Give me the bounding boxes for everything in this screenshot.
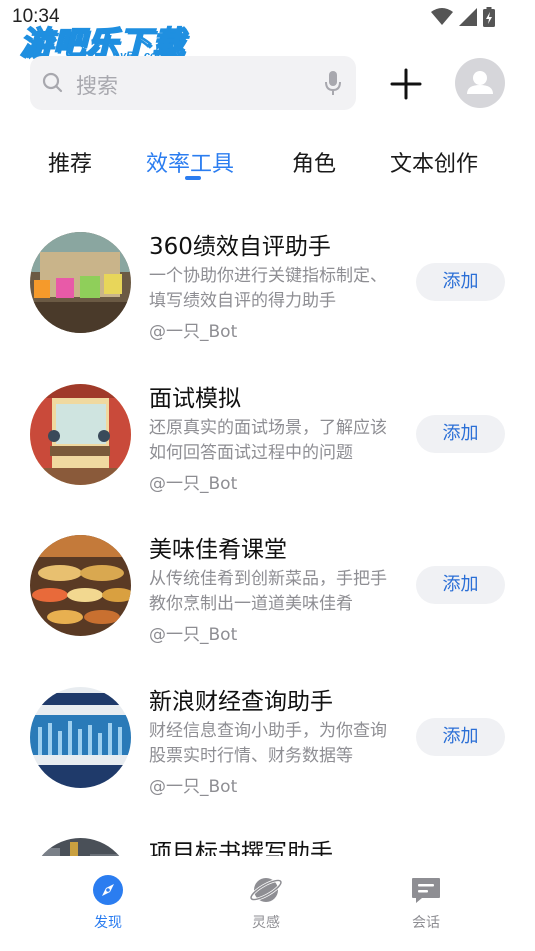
list-item[interactable]: 项目标书撰写助手 (0, 816, 535, 856)
bot-name: 新浪财经查询助手 (149, 689, 333, 715)
chat-icon (412, 878, 440, 903)
compass-icon (93, 875, 123, 905)
add-bot-button[interactable]: 添加 (416, 718, 505, 756)
bot-list: 360绩效自评助手 一个协助你进行关键指标制定、填写绩效自评的得力助手 @一只_… (0, 210, 535, 856)
nav-conversations[interactable]: 会话 (386, 874, 466, 932)
bottom-navigation: 发现 灵感 会话 (0, 856, 535, 951)
bot-name: 美味佳肴课堂 (149, 537, 287, 563)
bot-name: 360绩效自评助手 (149, 234, 331, 260)
nav-label: 会话 (412, 915, 440, 931)
battery-icon (483, 7, 495, 27)
add-new-button[interactable] (386, 64, 426, 104)
bot-description: 从传统佳肴到创新菜品，手把手教你烹制出一道道美味佳肴 (149, 569, 387, 614)
plus-icon (390, 68, 422, 100)
add-bot-button[interactable]: 添加 (416, 263, 505, 301)
bot-avatar (30, 232, 131, 333)
status-bar: 10:34 游吧乐下载 yBL.com (0, 0, 535, 63)
category-tabs: 推荐 效率工具 角色 文本创作 (0, 140, 535, 180)
planet-icon (250, 878, 282, 902)
list-item[interactable]: 新浪财经查询助手 财经信息查询小助手，为你查询股票实时行情、财务数据等 @一只_… (0, 665, 535, 817)
nav-label: 发现 (94, 915, 122, 931)
add-bot-button[interactable]: 添加 (416, 566, 505, 604)
tab-productivity-tools[interactable]: 效率工具 (146, 146, 234, 178)
search-icon (42, 72, 63, 93)
bot-description: 一个协助你进行关键指标制定、填写绩效自评的得力助手 (149, 266, 387, 311)
search-input[interactable]: 搜索 (30, 56, 356, 110)
tab-recommended[interactable]: 推荐 (48, 146, 92, 178)
bot-avatar (30, 535, 131, 636)
bot-avatar (30, 384, 131, 485)
bot-name: 项目标书撰写助手 (149, 840, 333, 856)
list-item[interactable]: 面试模拟 还原真实的面试场景，了解应该如何回答面试过程中的问题 @一只_Bot … (0, 362, 535, 514)
bot-author: @一只_Bot (149, 322, 238, 342)
bot-description: 财经信息查询小助手，为你查询股票实时行情、财务数据等 (149, 721, 387, 766)
tab-text-creation[interactable]: 文本创作 (390, 146, 478, 178)
user-icon (467, 71, 493, 94)
list-item[interactable]: 美味佳肴课堂 从传统佳肴到创新菜品，手把手教你烹制出一道道美味佳肴 @一只_Bo… (0, 513, 535, 665)
user-avatar[interactable] (455, 58, 505, 108)
add-bot-button[interactable]: 添加 (416, 415, 505, 453)
tab-characters[interactable]: 角色 (292, 146, 336, 178)
microphone-icon[interactable] (324, 70, 342, 96)
bot-author: @一只_Bot (149, 777, 238, 797)
bot-description: 还原真实的面试场景，了解应该如何回答面试过程中的问题 (149, 418, 387, 463)
nav-label: 灵感 (252, 915, 280, 931)
status-icons (431, 7, 495, 27)
nav-discover[interactable]: 发现 (68, 874, 148, 932)
signal-icon (459, 8, 477, 26)
active-tab-indicator (185, 176, 201, 180)
search-placeholder: 搜索 (76, 74, 118, 98)
wifi-icon (431, 8, 453, 25)
nav-inspiration[interactable]: 灵感 (226, 874, 306, 932)
bot-name: 面试模拟 (149, 386, 241, 412)
bot-avatar (30, 838, 131, 856)
bot-author: @一只_Bot (149, 625, 238, 645)
bot-author: @一只_Bot (149, 474, 238, 494)
bot-avatar (30, 687, 131, 788)
list-item[interactable]: 360绩效自评助手 一个协助你进行关键指标制定、填写绩效自评的得力助手 @一只_… (0, 210, 535, 362)
